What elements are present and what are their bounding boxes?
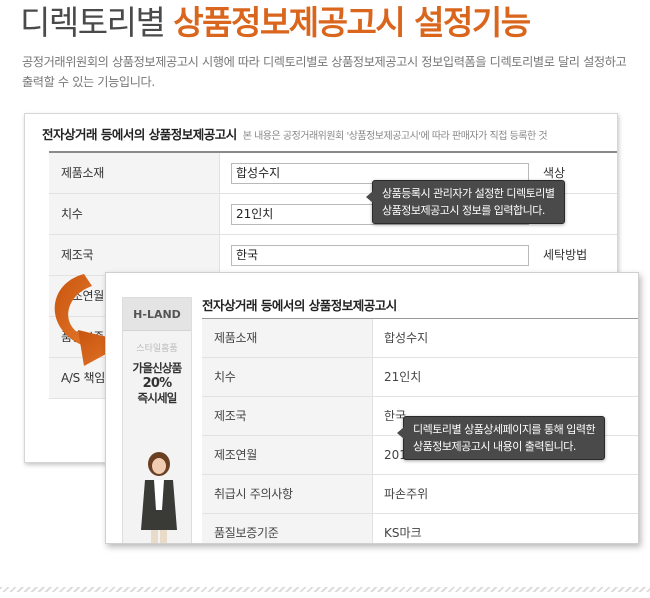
- field-label: 품질보증기준: [202, 514, 373, 543]
- field-label: 제품소재: [202, 319, 373, 357]
- input-form-note: 본 내용은 공정거래위원회 '상품정보제공고시'에 따라 판매자가 직접 등록한…: [242, 131, 548, 142]
- field-label: 치수: [49, 194, 220, 234]
- banner-brand: H-LAND: [123, 298, 191, 331]
- table-row: 제조국 한국 세탁방법: [49, 235, 617, 276]
- input-form-header: 전자상거래 등에서의 상품정보제공고시 본 내용은 공정거래위원회 '상품정보제공…: [42, 124, 548, 143]
- promo-banner[interactable]: H-LAND 스타일홈품 가을신상품 20% 즉시세일: [122, 297, 192, 543]
- tooltip-line: 상품등록시 관리자가 설정한 디렉토리별 상품정보제공고시 정보를 입력합니다.: [382, 187, 555, 217]
- field-label: 제조국: [202, 397, 373, 435]
- field-value: KS마크: [384, 526, 422, 540]
- model-figure-icon: [141, 452, 177, 543]
- tooltip-line: 디렉토리별 상품상세페이지를 통해 입력한 상품정보제공고시 내용이 출력됩니다…: [413, 423, 596, 453]
- side-field-label: 세탁방법: [543, 248, 588, 262]
- product-detail-output-panel: H-LAND 스타일홈품 가을신상품 20% 즉시세일 전자상거래 등에서의 상…: [105, 272, 639, 544]
- promo-discount: 20%: [142, 376, 173, 391]
- field-value: 합성수지: [384, 331, 429, 345]
- page-headline: 디렉토리별 상품정보제공고시 설정기능: [20, 2, 531, 44]
- promo-line: 가을신상품: [132, 361, 183, 375]
- field-label: 제품소재: [49, 153, 220, 193]
- table-row: 취급시 주의사항 파손주위: [202, 475, 638, 514]
- field-value: 파손주위: [384, 487, 429, 501]
- origin-input[interactable]: 한국: [231, 245, 529, 266]
- bottom-divider: [0, 587, 650, 592]
- input-tooltip: 상품등록시 관리자가 설정한 디렉토리별 상품정보제공고시 정보를 입력합니다.: [366, 180, 565, 224]
- headline-normal: 디렉토리별: [20, 3, 174, 42]
- table-row: 품질보증기준 KS마크: [202, 514, 638, 543]
- output-tooltip: 디렉토리별 상품상세페이지를 통해 입력한 상품정보제공고시 내용이 출력됩니다…: [396, 416, 606, 460]
- field-label: 치수: [202, 358, 373, 396]
- headline-accent: 상품정보제공고시 설정기능: [173, 3, 531, 42]
- input-form-title: 전자상거래 등에서의 상품정보제공고시: [42, 127, 237, 142]
- field-label: 제조연월: [202, 436, 373, 474]
- table-row: 치수 21인치: [202, 358, 638, 397]
- table-row: 제품소재 합성수지: [202, 319, 638, 358]
- feature-description: 공정거래위원회의 상품정보제공고시 시행에 따라 디렉토리별로 상품정보제공고시…: [22, 55, 627, 89]
- banner-subtitle: 스타일홈품: [136, 344, 178, 354]
- promo-line: 즉시세일: [137, 391, 177, 405]
- field-label: 취급시 주의사항: [202, 475, 373, 513]
- field-label: 제조국: [49, 235, 220, 275]
- banner-promo: 가을신상품 20% 즉시세일: [123, 361, 191, 406]
- field-value: 21인치: [384, 370, 422, 384]
- output-title: 전자상거래 등에서의 상품정보제공고시: [202, 298, 397, 313]
